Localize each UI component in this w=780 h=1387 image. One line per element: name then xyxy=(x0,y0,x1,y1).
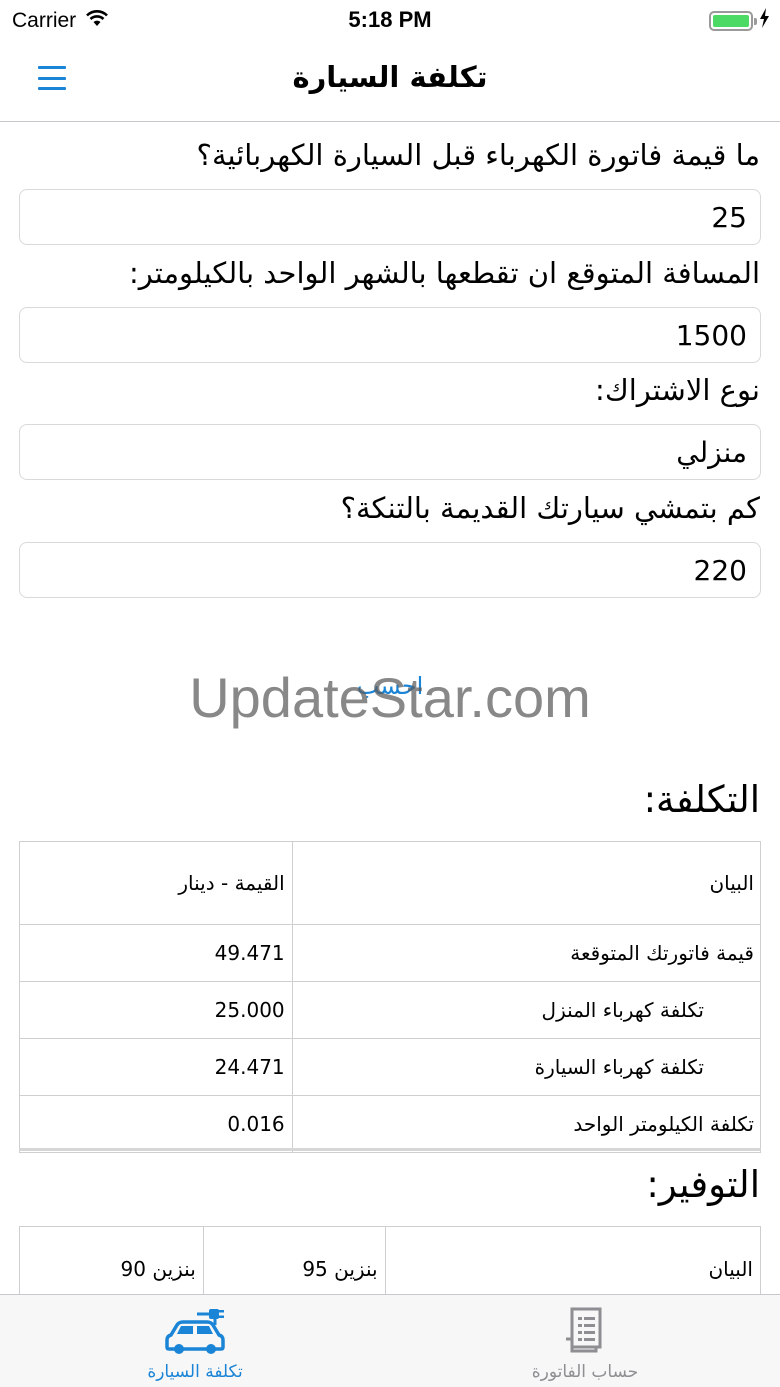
tab-bill-calc[interactable]: حساب الفاتورة xyxy=(390,1295,780,1387)
battery-group xyxy=(709,8,770,33)
page-title: تكلفة السيارة xyxy=(292,60,488,94)
cost-table: البيان القيمة - دينار قيمة فاتورتك المتو… xyxy=(19,841,762,1153)
tab-bill-label: حساب الفاتورة xyxy=(531,1362,639,1382)
charging-icon xyxy=(759,8,770,33)
table-row: تكلفة الكيلومتر الواحد 0.016 xyxy=(19,1095,762,1153)
monthly-distance-label: المسافة المتوقع ان تقطعها بالشهر الواحد … xyxy=(128,256,760,290)
monthly-distance-input[interactable] xyxy=(20,308,760,362)
table-row: تكلفة كهرباء المنزل 25.000 xyxy=(19,981,762,1039)
status-bar: Carrier 5:18 PM xyxy=(0,0,780,40)
table-row: قيمة فاتورتك المتوقعة 49.471 xyxy=(19,924,762,982)
header-value-cell: القيمة - دينار xyxy=(19,841,293,925)
table-header-row: البيان القيمة - دينار xyxy=(19,841,762,925)
electricity-bill-input[interactable] xyxy=(20,190,760,244)
old-car-range-input[interactable] xyxy=(20,543,760,597)
row-value: 24.471 xyxy=(19,1038,293,1096)
old-car-range-field[interactable] xyxy=(19,542,761,598)
tab-car-cost[interactable]: تكلفة السيارة xyxy=(0,1295,390,1387)
status-time: 5:18 PM xyxy=(348,7,432,32)
divider xyxy=(19,1148,761,1151)
battery-icon xyxy=(709,10,757,31)
tab-car-label: تكلفة السيارة xyxy=(147,1362,243,1382)
subscription-type-label: نوع الاشتراك: xyxy=(595,373,760,407)
row-label: قيمة فاتورتك المتوقعة xyxy=(291,924,762,982)
subscription-type-input[interactable] xyxy=(20,425,760,479)
row-value: 0.016 xyxy=(19,1095,293,1153)
receipt-icon xyxy=(566,1307,602,1353)
row-label: تكلفة الكيلومتر الواحد xyxy=(291,1095,762,1153)
savings-section-title: التوفير: xyxy=(646,1163,760,1206)
header-label-cell: البيان xyxy=(291,841,762,925)
row-value: 25.000 xyxy=(19,981,293,1039)
tab-bar: تكلفة السيارة حساب الفاتورة xyxy=(0,1294,780,1387)
table-row: تكلفة كهرباء السيارة 24.471 xyxy=(19,1038,762,1096)
old-car-range-label: كم بتمشي سيارتك القديمة بالتنكة؟ xyxy=(340,491,760,525)
row-label: تكلفة كهرباء السيارة xyxy=(291,1038,762,1096)
row-value: 49.471 xyxy=(19,924,293,982)
cost-section-title: التكلفة: xyxy=(643,778,760,821)
electricity-bill-field[interactable] xyxy=(19,189,761,245)
electric-car-icon xyxy=(165,1309,225,1354)
calculate-button[interactable]: احسب xyxy=(0,672,780,700)
row-label: تكلفة كهرباء المنزل xyxy=(291,981,762,1039)
monthly-distance-field[interactable] xyxy=(19,307,761,363)
battery-level xyxy=(713,14,749,27)
subscription-type-field[interactable] xyxy=(19,424,761,480)
electricity-bill-label: ما قيمة فاتورة الكهرباء قبل السيارة الكه… xyxy=(196,138,760,172)
navigation-bar: تكلفة السيارة xyxy=(0,40,780,122)
